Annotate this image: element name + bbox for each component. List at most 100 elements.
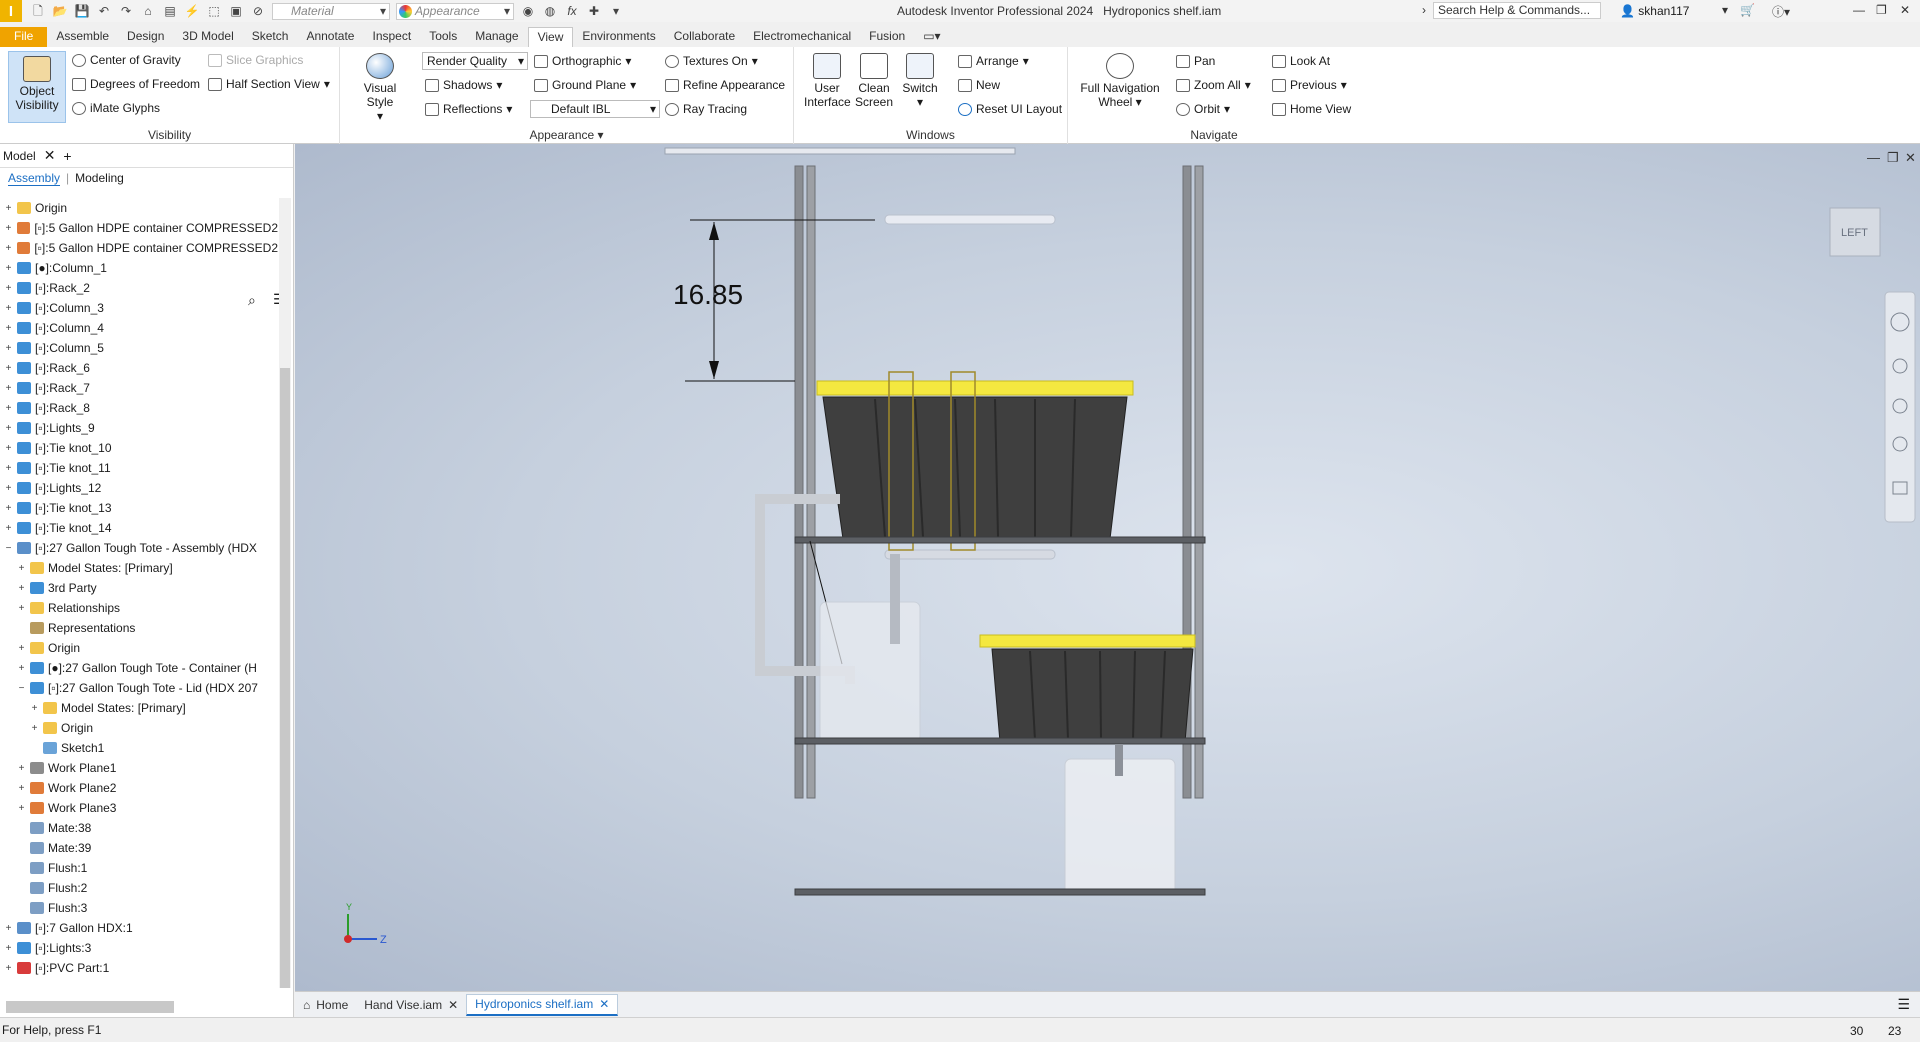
object-visibility-button[interactable]: Object Visibility xyxy=(8,51,66,123)
viewport-close-icon[interactable]: ✕ xyxy=(1905,150,1916,165)
tree-item[interactable]: + Origin xyxy=(0,638,278,658)
tree-item[interactable]: + Work Plane1 xyxy=(0,758,278,778)
open-folder-icon[interactable]: 📂 xyxy=(52,4,68,18)
tree-item[interactable]: + [▫]:Rack_6 xyxy=(0,358,278,378)
expand-icon[interactable]: + xyxy=(4,463,13,474)
adjust-appearance-icon[interactable]: ◍ xyxy=(542,4,558,18)
half-section-view-button[interactable]: Half Section View ▾ xyxy=(208,77,330,91)
tree-item[interactable]: + [▫]:5 Gallon HDPE container COMPRESSED2 xyxy=(0,238,278,258)
tree-item[interactable]: + Model States: [Primary] xyxy=(0,698,278,718)
tree-item[interactable]: + [▫]:Lights_9 xyxy=(0,418,278,438)
visual-style-button[interactable]: Visual Style ▾ xyxy=(350,53,410,123)
tree-item[interactable]: + [▫]:5 Gallon HDPE container COMPRESSED2 xyxy=(0,218,278,238)
orthographic-button[interactable]: Orthographic ▾ xyxy=(534,54,631,68)
previous-view-button[interactable]: Previous ▾ xyxy=(1272,78,1347,92)
lighting-style-select[interactable]: Default IBL xyxy=(530,100,660,118)
textures-on-button[interactable]: Textures On ▾ xyxy=(665,54,758,68)
new-window-button[interactable]: New xyxy=(958,78,1000,92)
cart-icon[interactable]: 🛒 xyxy=(1740,3,1755,17)
tree-item[interactable]: Sketch1 xyxy=(0,738,278,758)
expand-icon[interactable]: + xyxy=(17,803,26,814)
orbit-button[interactable]: Orbit ▾ xyxy=(1176,102,1230,116)
viewcube-face-label[interactable]: LEFT xyxy=(1841,227,1868,239)
expand-icon[interactable]: + xyxy=(17,583,26,594)
expand-icon[interactable]: + xyxy=(17,783,26,794)
close-tab-icon[interactable]: ✕ xyxy=(599,993,609,1015)
fx-parameters-icon[interactable]: fx xyxy=(564,4,580,18)
update-icon[interactable]: ⚡ xyxy=(184,4,200,18)
expand-icon[interactable]: + xyxy=(4,223,13,234)
ribbon-options-icon[interactable]: ▭▾ xyxy=(914,27,949,47)
expand-icon[interactable]: + xyxy=(4,423,13,434)
tab-3d-model[interactable]: 3D Model xyxy=(173,27,242,47)
tab-sketch[interactable]: Sketch xyxy=(243,27,298,47)
help-search-input[interactable]: Search Help & Commands... xyxy=(1433,2,1601,19)
full-navigation-wheel-button[interactable]: Full Navigation Wheel ▾ xyxy=(1076,53,1164,109)
expand-icon[interactable]: + xyxy=(4,523,13,534)
expand-icon[interactable]: + xyxy=(30,703,39,714)
tree-item[interactable]: Flush:1 xyxy=(0,858,278,878)
browser-tab-model[interactable]: Model xyxy=(3,149,36,163)
tab-fusion[interactable]: Fusion xyxy=(860,27,914,47)
tab-assemble[interactable]: Assemble xyxy=(47,27,118,47)
tab-collaborate[interactable]: Collaborate xyxy=(665,27,744,47)
tab-environments[interactable]: Environments xyxy=(573,27,664,47)
ray-tracing-button[interactable]: Ray Tracing xyxy=(665,102,747,116)
tree-item[interactable]: + [▫]:Tie knot_13 xyxy=(0,498,278,518)
switch-button[interactable]: Switch ▾ xyxy=(900,53,940,109)
tree-item[interactable]: Flush:2 xyxy=(0,878,278,898)
pan-button[interactable]: Pan xyxy=(1176,54,1215,68)
tree-item[interactable]: + Origin xyxy=(0,718,278,738)
tree-item[interactable]: + [▫]:Rack_2 xyxy=(0,278,278,298)
expand-icon[interactable]: + xyxy=(17,763,26,774)
expand-icon[interactable]: + xyxy=(17,603,26,614)
subtab-modeling[interactable]: Modeling xyxy=(75,171,124,185)
tab-design[interactable]: Design xyxy=(118,27,173,47)
project-icon[interactable]: ▤ xyxy=(162,4,178,18)
expand-icon[interactable]: + xyxy=(17,643,26,654)
expand-icon[interactable]: + xyxy=(4,203,13,214)
redo-icon[interactable]: ↷ xyxy=(118,4,134,18)
tree-item[interactable]: Flush:3 xyxy=(0,898,278,918)
doc-tab-hand-vise-iam[interactable]: Hand Vise.iam ✕ xyxy=(356,994,466,1016)
zoom-all-button[interactable]: Zoom All ▾ xyxy=(1176,78,1251,92)
tree-item[interactable]: + [▫]:Lights_12 xyxy=(0,478,278,498)
expand-icon[interactable]: + xyxy=(4,363,13,374)
undo-icon[interactable]: ↶ xyxy=(96,4,112,18)
tree-scroll-thumb[interactable] xyxy=(280,368,290,988)
tab-annotate[interactable]: Annotate xyxy=(297,27,363,47)
expand-icon[interactable]: + xyxy=(4,243,13,254)
inventor-logo[interactable]: I xyxy=(0,0,22,22)
home-view-button[interactable]: Home View xyxy=(1272,102,1351,116)
tree-item[interactable]: + Origin xyxy=(0,198,278,218)
tree-item[interactable]: + [▫]:Column_3 xyxy=(0,298,278,318)
tree-item[interactable]: + [▫]:Column_5 xyxy=(0,338,278,358)
graphics-viewport[interactable]: 16.85 Y Z LEFT — ❐ ✕ xyxy=(295,144,1920,991)
expand-icon[interactable]: + xyxy=(4,323,13,334)
ground-plane-button[interactable]: Ground Plane ▾ xyxy=(534,78,636,92)
tree-item[interactable]: + [▫]:Rack_7 xyxy=(0,378,278,398)
dimension-value[interactable]: 16.85 xyxy=(673,279,743,310)
material-select[interactable]: Material xyxy=(272,2,390,20)
tab-manage[interactable]: Manage xyxy=(466,27,527,47)
tree-item[interactable]: + [▫]:Rack_8 xyxy=(0,398,278,418)
user-interface-button[interactable]: User Interface xyxy=(804,53,851,109)
doc-tab-home[interactable]: ⌂ Home xyxy=(295,994,356,1016)
expand-icon[interactable]: + xyxy=(4,383,13,394)
expand-icon[interactable]: + xyxy=(4,503,13,514)
tree-item[interactable]: + [▫]:7 Gallon HDX:1 xyxy=(0,918,278,938)
close-tab-icon[interactable]: ✕ xyxy=(448,994,458,1016)
expand-icon[interactable]: + xyxy=(4,943,13,954)
expand-icon[interactable]: + xyxy=(4,443,13,454)
tab-inspect[interactable]: Inspect xyxy=(363,27,420,47)
viewport-restore-icon[interactable]: ❐ xyxy=(1887,150,1899,165)
color-override-icon[interactable]: ⊘ xyxy=(250,4,266,18)
degrees-of-freedom-button[interactable]: Degrees of Freedom xyxy=(72,77,200,91)
tree-item[interactable]: + [▫]:Lights:3 xyxy=(0,938,278,958)
expand-icon[interactable]: + xyxy=(30,723,39,734)
tree-item[interactable]: − [▫]:27 Gallon Tough Tote - Lid (HDX 207 xyxy=(0,678,278,698)
tree-item[interactable]: − [▫]:27 Gallon Tough Tote - Assembly (HD… xyxy=(0,538,278,558)
expand-icon[interactable]: + xyxy=(4,283,13,294)
expand-icon[interactable]: + xyxy=(4,403,13,414)
select-icon[interactable]: ⬚ xyxy=(206,4,222,18)
